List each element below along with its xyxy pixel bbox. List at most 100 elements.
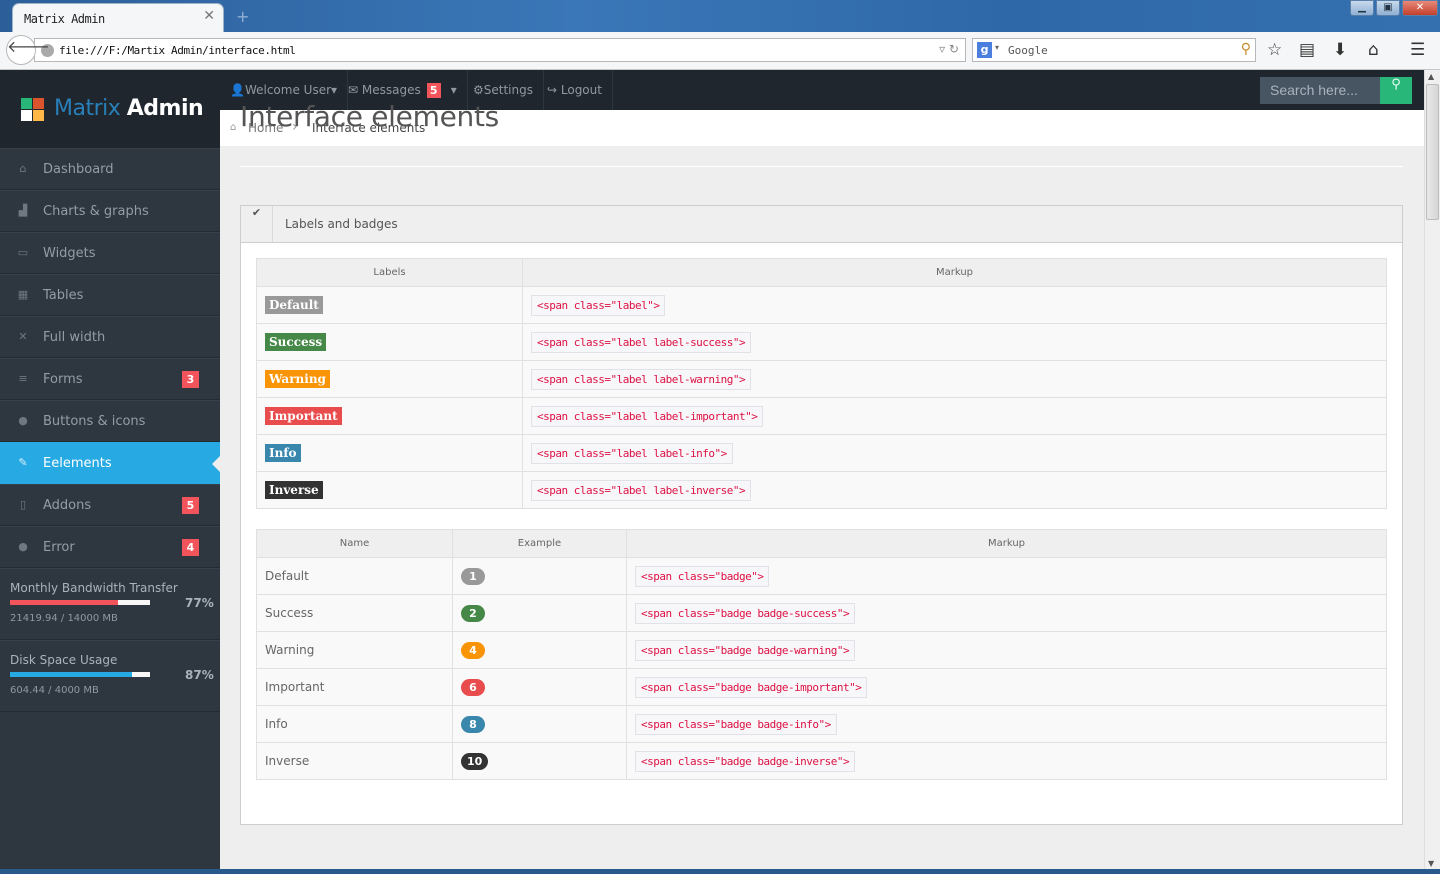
- back-button[interactable]: 🡐: [6, 35, 50, 65]
- label-example: Default: [265, 296, 323, 314]
- table-row: Inverse 10 <span class="badge badge-invers…: [256, 742, 1387, 780]
- share-icon: ↪: [547, 83, 561, 97]
- markup-cell: <span class="badge badge-info">: [626, 705, 1387, 743]
- scroll-up-icon[interactable]: ▲: [1428, 72, 1434, 81]
- label-example: Warning: [265, 370, 330, 388]
- sidebar-item-label: Charts & graphs: [43, 204, 149, 219]
- pencil-icon: ✎: [18, 456, 28, 469]
- table-row: Info <span class="label label-info">: [256, 434, 1387, 472]
- label-cell: Important: [256, 397, 523, 435]
- sidebar-item-eelements[interactable]: ✎ Eelements: [0, 442, 220, 484]
- search-button[interactable]: ⚲: [1380, 77, 1412, 104]
- browser-navbar: file:///F:/Martix Admin/interface.html ▿…: [0, 32, 1440, 70]
- sidebar-item-charts-graphs[interactable]: ▟ Charts & graphs: [0, 190, 220, 232]
- label-example: Important: [265, 407, 342, 425]
- caret-down-icon: ▾: [331, 83, 338, 97]
- new-tab-button[interactable]: +: [236, 7, 249, 26]
- markup-cell: <span class="label label-warning">: [522, 360, 1387, 398]
- table-row: Info 8 <span class="badge badge-info">: [256, 705, 1387, 743]
- label-example: Success: [265, 333, 327, 351]
- markup-code: <span class="label label-info">: [531, 442, 733, 464]
- browser-search-box[interactable]: g ▾ Google ⚲: [972, 38, 1256, 62]
- label-example: Inverse: [265, 481, 323, 499]
- labels-badges-widget: ✔ Labels and badges Labels Markup Defaul…: [240, 205, 1403, 825]
- logo-mark-icon: [21, 98, 44, 121]
- sidebar-item-forms[interactable]: ≡ Forms 3: [0, 358, 220, 400]
- table-row: Warning 4 <span class="badge badge-warning…: [256, 631, 1387, 669]
- google-icon[interactable]: g: [977, 42, 992, 58]
- sidebar-item-tables[interactable]: ▦ Tables: [0, 274, 220, 316]
- bookmarks-list-icon[interactable]: ▤: [1299, 40, 1315, 60]
- badge-example: 1: [461, 567, 485, 585]
- window-controls: ▁ ▣ ✕: [1350, 0, 1438, 16]
- example-cell: 1: [452, 557, 627, 595]
- url-text[interactable]: file:///F:/Martix Admin/interface.html: [59, 44, 296, 57]
- label-example: Info: [265, 444, 301, 462]
- fullscreen-icon: ✕: [18, 330, 28, 343]
- sidebar-item-addons[interactable]: ▯ Addons 5: [0, 484, 220, 526]
- logo-text: Matrix Admin: [54, 96, 204, 121]
- markup-cell: <span class="label label-inverse">: [522, 471, 1387, 509]
- close-window-button[interactable]: ✕: [1402, 0, 1438, 16]
- markup-code: <span class="label label-inverse">: [531, 479, 752, 501]
- scroll-down-icon[interactable]: ▼: [1428, 859, 1434, 868]
- sidebar-item-label: Dashboard: [43, 162, 114, 177]
- count-badge: 5: [182, 497, 199, 514]
- table-row: Success <span class="label label-success"…: [256, 323, 1387, 361]
- browser-tab[interactable]: Matrix Admin ✕: [12, 3, 224, 32]
- markup-code: <span class="badge badge-important">: [635, 676, 868, 698]
- labels-table: Labels Markup Default <span class="label"…: [256, 258, 1387, 509]
- tab-close-icon[interactable]: ✕: [203, 8, 215, 24]
- sidebar-item-label: Widgets: [43, 246, 96, 261]
- badge-example: 4: [461, 641, 485, 659]
- progress-bar: [10, 600, 150, 605]
- search-input[interactable]: Search here...: [1260, 77, 1380, 104]
- logo[interactable]: Matrix Admin: [0, 70, 220, 148]
- table-row: Inverse <span class="label label-inverse"…: [256, 471, 1387, 509]
- markup-cell: <span class="badge badge-success">: [626, 594, 1387, 632]
- list-icon: ≡: [18, 372, 28, 385]
- ok-sign-icon: ✔: [241, 206, 273, 242]
- stat-title: Disk Space Usage: [10, 653, 118, 667]
- stat-title: Monthly Bandwidth Transfer: [10, 581, 178, 595]
- page-title: Interface elements: [240, 100, 499, 133]
- sidebar-item-error[interactable]: ● Error 4: [0, 526, 220, 568]
- magnifier-icon[interactable]: ⚲: [1241, 41, 1251, 57]
- bookmark-star-icon[interactable]: ☆: [1267, 40, 1282, 60]
- label-cell: Warning: [256, 360, 523, 398]
- example-cell: 10: [452, 742, 627, 780]
- menu-icon[interactable]: ☰: [1410, 40, 1425, 60]
- badge-example: 10: [461, 752, 489, 770]
- markup-cell: <span class="badge badge-warning">: [626, 631, 1387, 669]
- restore-button[interactable]: ▣: [1376, 0, 1400, 16]
- engine-dropdown-icon[interactable]: ▾: [995, 43, 999, 52]
- logout-link[interactable]: ↪ Logout: [537, 70, 613, 110]
- file-icon: ▯: [19, 498, 27, 511]
- url-bar[interactable]: file:///F:/Martix Admin/interface.html ▿…: [34, 38, 966, 62]
- minimize-button[interactable]: ▁: [1350, 0, 1374, 16]
- column-header: Markup: [522, 258, 1387, 287]
- sidebar-item-dashboard[interactable]: ⌂ Dashboard: [0, 148, 220, 190]
- sidebar-menu: ⌂ Dashboard ▟ Charts & graphs ▭ Widgets ▦ Table…: [0, 148, 220, 712]
- markup-code: <span class="badge badge-warning">: [635, 639, 856, 661]
- progress-fill: [10, 672, 132, 677]
- markup-code: <span class="label">: [531, 294, 666, 316]
- sidebar-stat: Monthly Bandwidth Transfer 21419.94 / 140…: [0, 568, 220, 640]
- sidebar-stat: Disk Space Usage 604.44 / 4000 MB 87%: [0, 640, 220, 712]
- sidebar-item-widgets[interactable]: ▭ Widgets: [0, 232, 220, 274]
- signal-icon: ▟: [18, 204, 28, 217]
- reload-icon[interactable]: ▿ ↻: [939, 42, 959, 56]
- badges-table: Name Example Markup Default 1 <span class=…: [256, 529, 1387, 780]
- example-cell: 8: [452, 705, 627, 743]
- sidebar-item-full-width[interactable]: ✕ Full width: [0, 316, 220, 358]
- envelope-icon: ✉: [348, 83, 362, 97]
- download-icon[interactable]: ⬇: [1333, 40, 1347, 60]
- caret-down-icon: ▾: [450, 83, 457, 97]
- count-badge: 3: [182, 371, 199, 388]
- vertical-scrollbar[interactable]: ▲ ▼: [1424, 70, 1440, 874]
- home-icon[interactable]: ⌂: [1368, 40, 1379, 60]
- widget-title: Labels and badges: [285, 217, 398, 231]
- scrollbar-thumb[interactable]: [1426, 84, 1439, 220]
- markup-code: <span class="badge badge-info">: [635, 713, 837, 735]
- sidebar-item-buttons-icons[interactable]: ● Buttons & icons: [0, 400, 220, 442]
